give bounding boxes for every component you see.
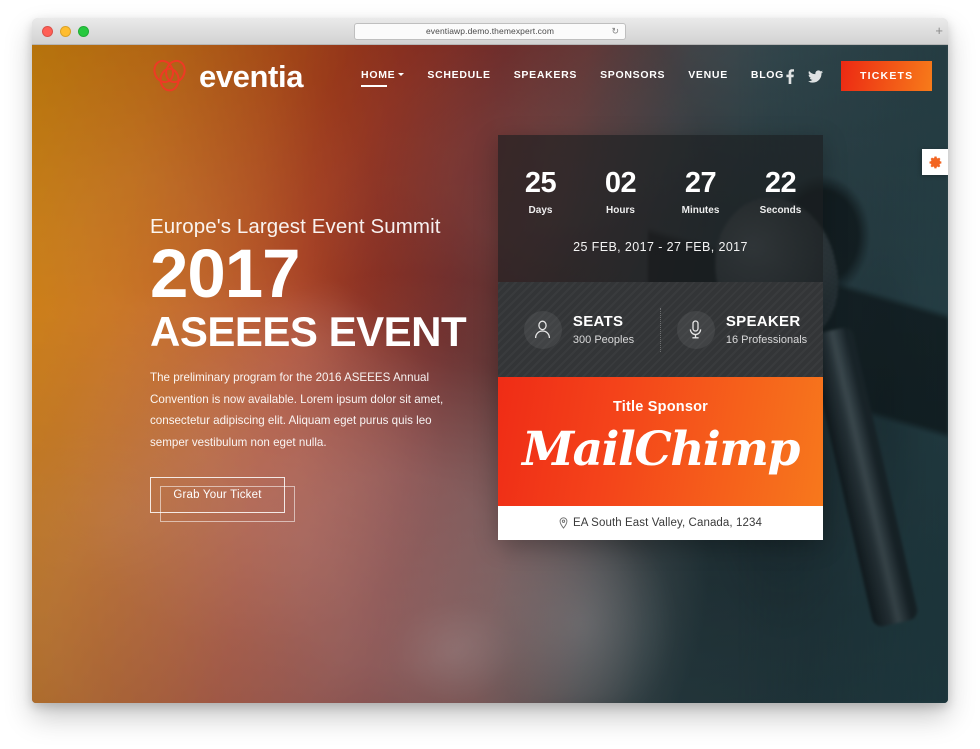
venue-address-bar: EA South East Valley, Canada, 1234 (498, 505, 823, 540)
logo-text: eventia (199, 58, 304, 94)
grab-your-ticket-button[interactable]: Grab Your Ticket (150, 477, 285, 514)
hero-title: ASEEES EVENT (150, 307, 467, 355)
stat-seats-text: SEATS 300 Peoples (573, 313, 634, 345)
tickets-button[interactable]: TICKETS (841, 61, 933, 91)
countdown-unit-minutes: 27 Minutes (672, 167, 730, 217)
minimize-window-button[interactable] (60, 25, 71, 37)
settings-tab-button[interactable] (922, 149, 948, 175)
site-logo[interactable]: eventia (150, 58, 303, 94)
stat-seats: SEATS 300 Peoples (498, 310, 660, 349)
window-controls[interactable] (42, 25, 89, 37)
location-pin-icon (559, 517, 568, 529)
hero-description: The preliminary program for the 2016 ASE… (150, 371, 444, 449)
stat-seats-title: SEATS (572, 313, 624, 331)
header-actions: TICKETS (784, 61, 933, 91)
browser-window: eventiawp.demo.themexpert.com ↻ + eventi… (32, 18, 948, 703)
main-navigation: HOME SCHEDULE SPEAKERS SPONSORS VENUE BL… (361, 68, 784, 87)
nav-item-blog[interactable]: BLOG (751, 69, 784, 84)
venue-address-text: EA South East Valley, Canada, 1234 (572, 516, 763, 529)
new-tab-button[interactable]: + (935, 24, 943, 37)
hero-cta-wrapper: Grab Your Ticket (150, 477, 295, 523)
microphone-icon (676, 310, 715, 349)
countdown-hours-label: Hours (606, 205, 635, 216)
page-viewport: eventia HOME SCHEDULE SPEAKERS SPONSORS … (32, 45, 948, 703)
countdown-unit-days: 25 Days (512, 167, 570, 217)
stat-speaker-subtitle: 16 Professionals (725, 333, 808, 346)
countdown-hours-value: 02 (604, 167, 637, 199)
maximize-window-button[interactable] (78, 25, 89, 37)
nav-item-home[interactable]: HOME (361, 68, 405, 87)
event-dates: 25 FEB, 2017 - 27 FEB, 2017 (573, 240, 748, 254)
stat-speaker: SPEAKER 16 Professionals (661, 310, 823, 349)
facebook-icon[interactable] (784, 68, 795, 84)
url-text: eventiawp.demo.themexpert.com (425, 26, 555, 36)
person-icon (523, 310, 562, 349)
stat-speaker-text: SPEAKER 16 Professionals (726, 313, 807, 345)
countdown-days-label: Days (528, 205, 553, 216)
countdown-minutes-value: 27 (684, 167, 717, 199)
twitter-icon[interactable] (808, 69, 824, 83)
title-sponsor-panel: Title Sponsor MailChimp (498, 377, 823, 506)
countdown-days-value: 25 (524, 167, 557, 199)
countdown-unit-seconds: 22 Seconds (752, 167, 810, 217)
sponsor-logo-text: MailChimp (522, 422, 800, 477)
hero-year: 2017 (150, 235, 301, 312)
hero-content: Europe's Largest Event Summit 2017 ASEEE… (150, 215, 510, 523)
countdown-minutes-label: Minutes (681, 205, 720, 216)
nav-label-home: HOME (361, 68, 396, 81)
gear-icon (929, 156, 941, 168)
event-stats-panel: SEATS 300 Peoples SPEAKER 16 Professiona… (498, 282, 823, 377)
address-bar[interactable]: eventiawp.demo.themexpert.com ↻ (354, 22, 626, 40)
title-sponsor-label: Title Sponsor (613, 399, 708, 415)
chevron-down-icon (398, 73, 405, 76)
stat-speaker-title: SPEAKER (725, 313, 801, 331)
site-header: eventia HOME SCHEDULE SPEAKERS SPONSORS … (32, 45, 948, 107)
countdown-seconds-label: Seconds (759, 205, 802, 216)
countdown-seconds-value: 22 (764, 167, 797, 199)
countdown-unit-hours: 02 Hours (592, 167, 650, 217)
nav-item-venue[interactable]: VENUE (688, 69, 728, 84)
nav-item-sponsors[interactable]: SPONSORS (600, 69, 665, 84)
eventia-petals-logo-icon (153, 59, 186, 92)
reload-icon[interactable]: ↻ (611, 26, 619, 36)
nav-item-schedule[interactable]: SCHEDULE (427, 69, 490, 84)
event-info-card: 25 Days 02 Hours 27 Minutes 22 Seconds 2… (498, 135, 823, 540)
close-window-button[interactable] (42, 25, 53, 37)
browser-titlebar: eventiawp.demo.themexpert.com ↻ + (32, 18, 948, 45)
countdown-row: 25 Days 02 Hours 27 Minutes 22 Seconds (498, 167, 823, 217)
stat-seats-subtitle: 300 Peoples (572, 333, 635, 346)
nav-item-speakers[interactable]: SPEAKERS (514, 69, 577, 84)
countdown-panel: 25 Days 02 Hours 27 Minutes 22 Seconds 2… (498, 135, 823, 282)
